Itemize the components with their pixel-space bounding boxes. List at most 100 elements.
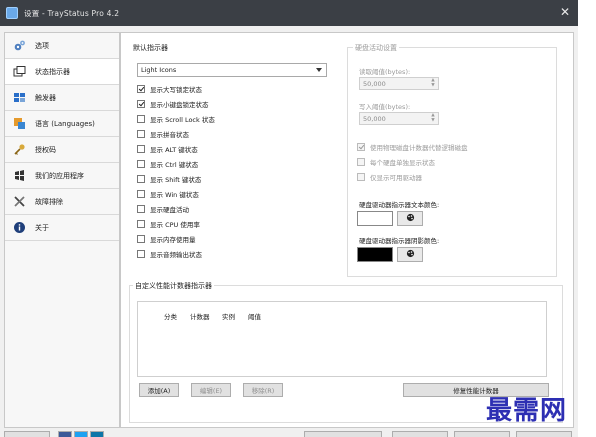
sidebar-item-our-apps[interactable]: 我们的应用程序 <box>5 163 119 189</box>
custom-counters-heading: 自定义性能计数器指示器 <box>133 281 214 291</box>
checkbox-disk-activity[interactable]: 显示硬盘活动 <box>137 203 189 214</box>
facebook-icon[interactable] <box>58 431 72 437</box>
checkbox-label: 显示 Shift 键状态 <box>150 175 202 184</box>
gears-icon <box>13 39 26 52</box>
column-header-counter[interactable]: 计数器 <box>190 311 210 321</box>
read-threshold-value: 50,000 <box>363 79 386 88</box>
checkbox-box[interactable] <box>357 157 365 166</box>
checkbox-box[interactable] <box>137 144 145 153</box>
checkbox-num-lock[interactable]: 显示小键盘锁定状态 <box>137 98 209 109</box>
ok-button[interactable] <box>392 431 448 437</box>
title-bar: 设置 - TrayStatus Pro 4.2 ✕ <box>0 0 578 26</box>
twitter-icon[interactable] <box>74 431 88 437</box>
apply-button[interactable] <box>516 431 572 437</box>
sidebar-item-about[interactable]: 关于 <box>5 215 119 241</box>
counters-list[interactable]: 分类 计数器 实例 阈值 <box>137 301 547 377</box>
checkbox-shift[interactable]: 显示 Shift 键状态 <box>137 173 201 184</box>
spinner-arrows-icon[interactable]: ▲ ▼ <box>430 113 436 123</box>
linkedin-icon[interactable] <box>90 431 104 437</box>
checkbox-label: 使用物理磁盘计数器代替逻辑磁盘 <box>370 143 468 152</box>
checkbox-per-disk[interactable]: 每个硬盘单独显示状态 <box>357 156 435 167</box>
sidebar-item-status-indicators[interactable]: 状态指示器 <box>5 59 119 85</box>
edit-counter-button[interactable]: 编辑(E) <box>191 383 231 397</box>
checkbox-box[interactable] <box>137 249 145 258</box>
read-threshold-input[interactable]: 50,000 ▲ ▼ <box>359 77 439 90</box>
write-threshold-value: 50,000 <box>363 114 386 123</box>
checkbox-win[interactable]: 显示 Win 键状态 <box>137 188 199 199</box>
checkbox-box[interactable] <box>137 174 145 183</box>
sidebar-item-options[interactable]: 选项 <box>5 33 119 59</box>
sidebar: 选项 状态指示器 触发器 语言 (Languages) 授权码 我们的应用程序 … <box>4 32 120 428</box>
write-threshold-label: 写入阈值(bytes): <box>359 103 411 111</box>
window-title: 设置 - TrayStatus Pro 4.2 <box>24 8 120 18</box>
info-icon <box>13 221 26 234</box>
shadow-color-label: 硬盘驱动器指示器阴影颜色: <box>359 237 440 245</box>
close-icon[interactable]: ✕ <box>560 6 570 18</box>
shadow-color-swatch[interactable] <box>357 247 393 262</box>
sidebar-item-language[interactable]: 语言 (Languages) <box>5 111 119 137</box>
settings-window: 选项 状态指示器 触发器 语言 (Languages) 授权码 我们的应用程序 … <box>0 26 578 437</box>
cancel-button[interactable] <box>454 431 510 437</box>
sidebar-item-troubleshoot[interactable]: 故障排除 <box>5 189 119 215</box>
checkbox-label: 显示 Ctrl 键状态 <box>150 160 199 169</box>
apps-icon <box>13 169 26 182</box>
sidebar-item-label: 授权码 <box>35 145 56 154</box>
sidebar-item-label: 故障排除 <box>35 197 63 206</box>
checkbox-caps-lock[interactable]: 显示大写锁定状态 <box>137 83 202 94</box>
key-icon <box>13 143 26 156</box>
checkbox-label: 显示内存使用量 <box>150 235 196 244</box>
checkbox-box[interactable] <box>137 129 145 138</box>
sidebar-item-label: 触发器 <box>35 93 56 102</box>
checkbox-box[interactable] <box>137 114 145 123</box>
read-threshold-label: 读取阈值(bytes): <box>359 68 411 76</box>
help-button[interactable] <box>4 431 50 437</box>
checkbox-box[interactable] <box>137 219 145 228</box>
default-indicators-heading: 默认指示器 <box>133 44 168 52</box>
checkbox-available-drives[interactable]: 仅显示可用驱动器 <box>357 171 422 182</box>
checkbox-pinyin[interactable]: 显示拼音状态 <box>137 128 189 139</box>
column-header-category[interactable]: 分类 <box>164 311 177 321</box>
sidebar-item-triggers[interactable]: 触发器 <box>5 85 119 111</box>
palette-icon <box>406 249 415 260</box>
windows-icon <box>13 65 26 78</box>
write-threshold-input[interactable]: 50,000 ▲ ▼ <box>359 112 439 125</box>
add-counter-button[interactable]: 添加(A) <box>139 383 179 397</box>
checkbox-box[interactable] <box>137 189 145 198</box>
checkbox-box[interactable] <box>357 172 365 181</box>
sidebar-item-label: 关于 <box>35 223 49 232</box>
icon-set-select[interactable]: Light Icons <box>137 63 327 77</box>
text-color-swatch[interactable] <box>357 211 393 226</box>
reset-settings-button[interactable] <box>304 431 382 437</box>
tools-icon <box>13 195 26 208</box>
checkbox-physical-disk[interactable]: 使用物理磁盘计数器代替逻辑磁盘 <box>357 141 468 152</box>
checkbox-label: 显示大写锁定状态 <box>150 85 202 94</box>
palette-icon <box>406 213 415 224</box>
checkbox-alt[interactable]: 显示 ALT 键状态 <box>137 143 198 154</box>
checkbox-box[interactable] <box>137 204 145 213</box>
checkbox-cpu[interactable]: 显示 CPU 使用率 <box>137 218 200 229</box>
sidebar-item-label: 语言 (Languages) <box>35 119 95 128</box>
trigger-icon <box>13 91 26 104</box>
checkbox-ctrl[interactable]: 显示 Ctrl 键状态 <box>137 158 198 169</box>
checkbox-box[interactable] <box>357 142 365 151</box>
checkbox-memory[interactable]: 显示内存使用量 <box>137 233 196 244</box>
spinner-arrows-icon[interactable]: ▲ ▼ <box>430 78 436 88</box>
checkbox-audio[interactable]: 显示音频输出状态 <box>137 248 202 259</box>
sidebar-item-license[interactable]: 授权码 <box>5 137 119 163</box>
checkbox-box[interactable] <box>137 234 145 243</box>
checkbox-label: 显示 Win 键状态 <box>150 190 199 199</box>
checkbox-label: 显示 Scroll Lock 状态 <box>150 115 215 124</box>
status-indicators-panel: 默认指示器 Light Icons 显示大写锁定状态 显示小键盘锁定状态 显示 … <box>120 32 574 428</box>
checkbox-scroll-lock[interactable]: 显示 Scroll Lock 状态 <box>137 113 215 124</box>
checkbox-label: 显示硬盘活动 <box>150 205 189 214</box>
checkbox-box[interactable] <box>137 159 145 168</box>
checkbox-box[interactable] <box>137 84 145 93</box>
text-color-picker-button[interactable] <box>397 211 423 226</box>
column-header-instance[interactable]: 实例 <box>222 311 235 321</box>
checkbox-label: 仅显示可用驱动器 <box>370 173 422 182</box>
remove-counter-button[interactable]: 移除(R) <box>243 383 283 397</box>
shadow-color-picker-button[interactable] <box>397 247 423 262</box>
checkbox-box[interactable] <box>137 99 145 108</box>
column-header-threshold[interactable]: 阈值 <box>248 311 261 321</box>
checkbox-label: 显示 ALT 键状态 <box>150 145 198 154</box>
